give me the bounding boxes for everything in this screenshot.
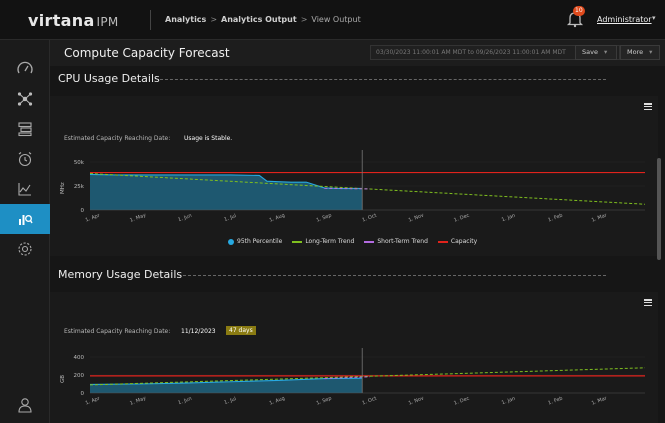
y-tick-label: 200: [74, 373, 85, 379]
legend-label: Short-Term Trend: [377, 238, 428, 245]
caret-down-icon: ▾: [649, 48, 653, 56]
memory-est-value: 11/12/2023: [181, 328, 216, 335]
caret-down-icon: ▾: [603, 48, 608, 56]
x-tick-label: 1. Jan: [501, 396, 516, 406]
more-button-label: More: [627, 48, 644, 56]
top-bar: virtana IPM Analytics > Analytics Output > Vi…: [0, 0, 665, 40]
legend-marker: [364, 240, 375, 243]
legend-marker: [292, 240, 303, 243]
sidebar-item-settings[interactable]: [0, 234, 50, 264]
y-tick-label: 50k: [74, 160, 85, 166]
x-tick-label: 1. Dec: [453, 212, 470, 223]
x-tick-label: 1. Aug: [269, 395, 286, 406]
gauge-icon: [17, 61, 33, 74]
x-tick-label: 1. May: [129, 395, 147, 406]
x-tick-label: 1. Nov: [408, 212, 425, 223]
x-tick-label: 1. May: [129, 212, 147, 223]
memory-est-label: Estimated Capacity Reaching Date:: [64, 328, 171, 335]
x-tick-label: 1. Dec: [453, 395, 470, 406]
page-header: Compute Capacity Forecast 03/30/2023 11:…: [50, 40, 665, 66]
cpu-chart-legend: 95th Percentile Long-Term Trend Short-Te…: [228, 238, 477, 245]
user-menu[interactable]: Administrator: [597, 15, 652, 24]
sidebar-item-analytics[interactable]: [0, 204, 50, 234]
series-area: [90, 174, 363, 210]
scrollbar[interactable]: [657, 158, 661, 260]
x-tick-label: 1. Feb: [547, 213, 563, 224]
y-axis-label: GB: [60, 375, 66, 383]
x-tick-label: 1. Sep: [316, 213, 333, 224]
legend-item-long-term[interactable]: Long-Term Trend: [292, 238, 354, 245]
days-badge: 47 days: [226, 326, 256, 335]
legend-item-capacity[interactable]: Capacity: [437, 238, 478, 245]
notification-badge: 10: [573, 6, 585, 16]
x-tick-label: 1. Sep: [316, 396, 333, 407]
save-button-label: Save: [582, 48, 598, 56]
x-tick-label: 1. Mar: [591, 212, 609, 223]
alarm-icon: [18, 152, 32, 167]
y-tick-label: 0: [81, 208, 85, 214]
x-tick-label: 1. Mar: [591, 395, 609, 406]
x-tick-label: 1. Nov: [408, 395, 425, 406]
settings-icon: [18, 242, 32, 256]
legend-marker: [228, 238, 234, 245]
sidebar-item-topology[interactable]: [0, 84, 50, 114]
x-tick-label: 1. Oct: [361, 396, 377, 407]
legend-label: Capacity: [450, 238, 478, 245]
line-chart-icon: [18, 183, 31, 196]
x-tick-label: 1. Jul: [223, 213, 237, 223]
server-icon: [18, 122, 32, 137]
legend-label: 95th Percentile: [237, 238, 283, 245]
x-tick-label: 1. Apr: [85, 395, 102, 406]
sidebar-item-alarms[interactable]: [0, 144, 50, 174]
legend-item-short-term[interactable]: Short-Term Trend: [364, 238, 428, 245]
breadcrumb-item-analytics-output[interactable]: Analytics Output: [221, 15, 297, 24]
memory-section-title: Memory Usage Details: [58, 268, 183, 281]
x-tick-label: 1. Jan: [501, 213, 516, 223]
chart-menu-icon[interactable]: [644, 299, 652, 307]
app-logo[interactable]: virtana IPM: [28, 11, 119, 30]
user-icon: [18, 398, 32, 413]
cpu-est-label: Estimated Capacity Reaching Date:: [64, 135, 171, 142]
x-tick-label: 1. Jul: [223, 396, 237, 406]
sidebar-item-infrastructure[interactable]: [0, 114, 50, 144]
sidebar: [0, 40, 50, 423]
x-tick-label: 1. Feb: [547, 396, 563, 407]
legend-marker: [437, 240, 448, 243]
save-button[interactable]: Save ▾: [575, 45, 617, 60]
x-tick-label: 1. Aug: [269, 212, 286, 223]
caret-down-icon[interactable]: ▾: [652, 14, 656, 22]
cpu-usage-chart: MHz 0 25k 50k 1. Apr 1. May 1. Jun 1. Jul 1. Aug…: [60, 150, 646, 224]
analytics-icon: [19, 215, 33, 225]
breadcrumb-item-analytics[interactable]: Analytics: [165, 15, 206, 24]
divider: [183, 275, 606, 276]
breadcrumb-item-view-output: View Output: [311, 15, 361, 24]
y-axis-label: MHz: [60, 182, 66, 194]
y-tick-label: 25k: [74, 184, 85, 190]
page-title: Compute Capacity Forecast: [64, 46, 230, 60]
x-tick-label: 1. Jun: [177, 213, 192, 223]
breadcrumb: Analytics > Analytics Output > View Output: [165, 15, 361, 24]
y-tick-label: 400: [74, 355, 85, 361]
sidebar-item-user[interactable]: [0, 390, 50, 420]
network-icon: [17, 92, 33, 106]
x-tick-label: 1. Apr: [85, 212, 102, 223]
divider: [160, 79, 606, 80]
sidebar-item-reports[interactable]: [0, 174, 50, 204]
cpu-est-value: Usage is Stable.: [184, 135, 233, 142]
x-tick-label: 1. Jun: [177, 396, 192, 406]
divider: [150, 10, 151, 30]
legend-item-percentile[interactable]: 95th Percentile: [228, 238, 282, 245]
y-tick-label: 0: [81, 391, 85, 397]
x-tick-label: 1. Oct: [361, 213, 377, 224]
memory-usage-chart: GB 0 200 400 1. Apr 1. May 1. Jun 1. Jul 1. Aug 1…: [60, 348, 646, 407]
cpu-section-title: CPU Usage Details: [58, 72, 160, 85]
sidebar-item-dashboard[interactable]: [0, 54, 50, 84]
legend-label: Long-Term Trend: [305, 238, 355, 245]
chart-menu-icon[interactable]: [644, 103, 652, 111]
more-button[interactable]: More ▾: [620, 45, 660, 60]
